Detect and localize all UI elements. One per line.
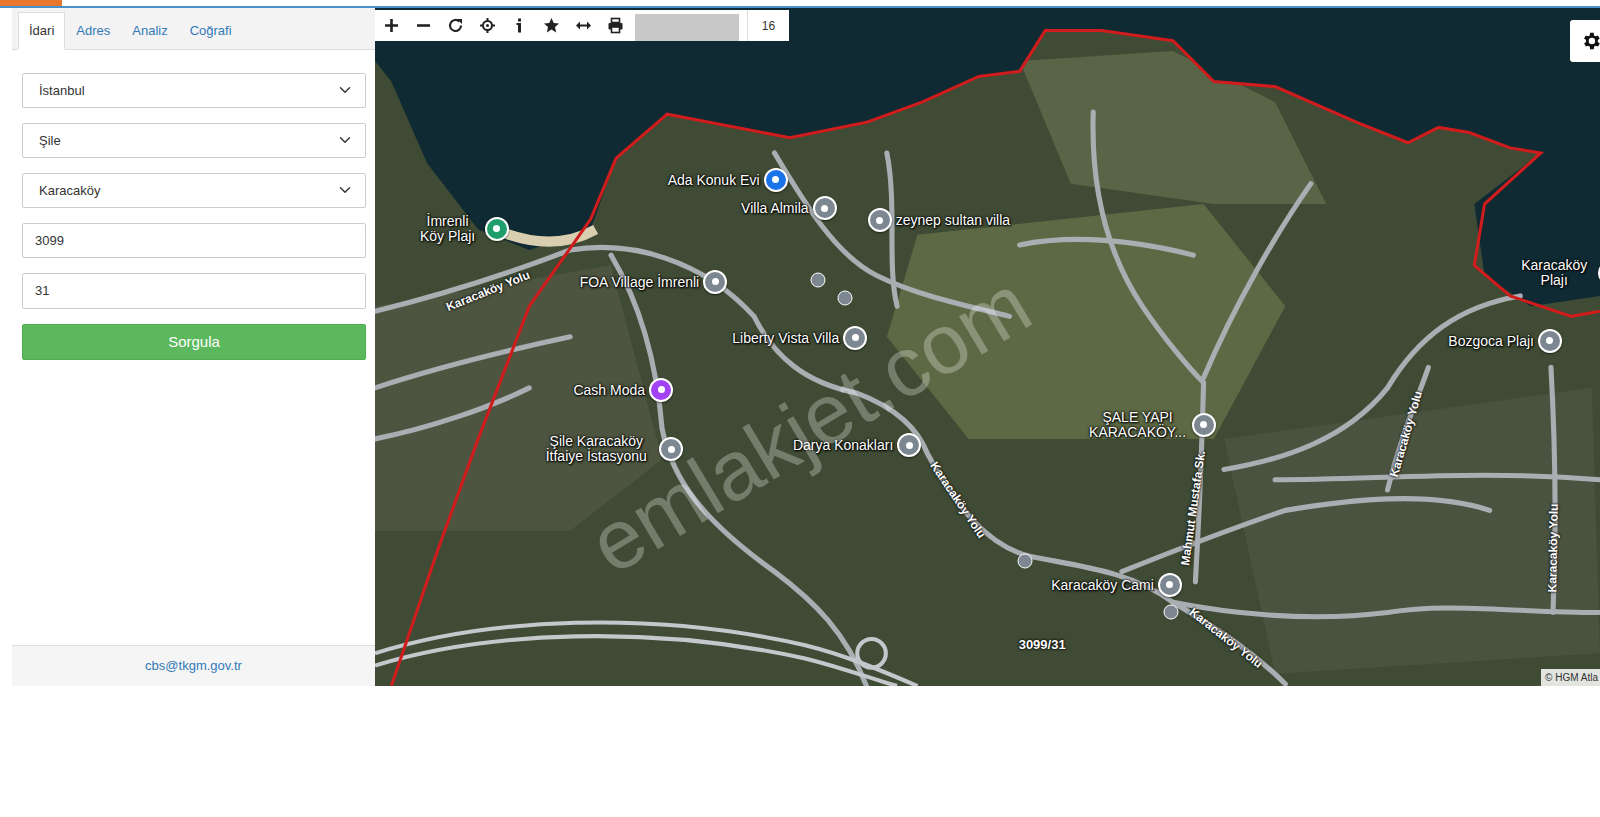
map-attribution: © HGM Atla bbox=[1541, 669, 1600, 686]
zoom-out-button[interactable] bbox=[407, 10, 439, 41]
place-label[interactable]: Villa Almila bbox=[741, 201, 808, 216]
measure-button[interactable] bbox=[567, 10, 599, 41]
gear-icon bbox=[1580, 30, 1600, 52]
locate-button[interactable] bbox=[471, 10, 503, 41]
query-button[interactable]: Sorgula bbox=[22, 324, 366, 361]
bus-stop-icon[interactable] bbox=[811, 272, 826, 287]
tab-item: Adres bbox=[65, 12, 121, 49]
info-button[interactable] bbox=[503, 10, 535, 41]
place-pin-icon[interactable] bbox=[764, 168, 788, 192]
place-label[interactable]: Bozgoca Plajı bbox=[1448, 333, 1534, 348]
place-label[interactable]: Darya Konakları bbox=[793, 438, 893, 453]
place-pin-icon[interactable] bbox=[897, 433, 921, 457]
place-pin-icon[interactable] bbox=[1158, 573, 1182, 597]
query-form: İstanbul Şile Karacaköy Sorgula bbox=[12, 50, 375, 361]
place-label[interactable]: Şile Karacaköy İtfaiye İstasyonu bbox=[537, 434, 655, 464]
tab-item: İdari bbox=[18, 12, 65, 49]
zoom-in-button[interactable] bbox=[375, 10, 407, 41]
place-label[interactable]: İmrenli Köy Plajı bbox=[415, 214, 481, 244]
place-pin-icon[interactable] bbox=[703, 270, 727, 294]
bus-stop-icon[interactable] bbox=[1163, 605, 1178, 620]
place-pin-icon[interactable] bbox=[868, 208, 892, 232]
map-toolbar: 16 bbox=[375, 10, 789, 41]
place-pin-icon[interactable] bbox=[1192, 413, 1216, 437]
place-label[interactable]: FOA Village İmrenli bbox=[580, 274, 700, 289]
info-icon bbox=[511, 17, 528, 34]
tab[interactable]: İdari bbox=[18, 12, 65, 50]
map[interactable]: 16 İmrenli Köy Plajı Ada Konuk Evi Villa A… bbox=[375, 8, 1600, 686]
favorite-button[interactable] bbox=[535, 10, 567, 41]
top-bar bbox=[0, 0, 1600, 8]
bus-stop-icon[interactable] bbox=[837, 290, 852, 305]
watermark: emlakjet.com bbox=[566, 242, 1055, 605]
favorite-icon bbox=[543, 17, 560, 34]
locate-icon bbox=[479, 17, 496, 34]
place-pin-icon[interactable] bbox=[649, 378, 673, 402]
place-label[interactable]: Cash Moda bbox=[573, 382, 645, 397]
place-pin-icon[interactable] bbox=[843, 326, 867, 350]
refresh-button[interactable] bbox=[439, 10, 471, 41]
zoom-out-icon bbox=[415, 17, 432, 34]
top-accent bbox=[0, 0, 62, 6]
place-label[interactable]: zeynep sultan villa bbox=[896, 213, 1010, 228]
road-label: Karacaköy Yolu bbox=[1543, 504, 1563, 593]
side-panel: İdariAdresAnalizCoğrafi İstanbul Şile Kara… bbox=[12, 8, 375, 686]
place-label[interactable]: Karacaköy Cami bbox=[1051, 577, 1154, 592]
place-label[interactable]: Liberty Vista Villa bbox=[732, 330, 839, 345]
print-button[interactable] bbox=[599, 10, 631, 41]
district-select[interactable]: Şile bbox=[22, 123, 366, 158]
bus-stop-icon[interactable] bbox=[1017, 554, 1032, 569]
place-pin-icon[interactable] bbox=[485, 217, 509, 241]
footer-email[interactable]: cbs@tkgm.gov.tr bbox=[12, 645, 375, 686]
tab-item: Coğrafi bbox=[179, 12, 243, 49]
zoom-in-icon bbox=[383, 17, 400, 34]
neighbourhood-select[interactable]: Karacaköy bbox=[22, 173, 366, 208]
search-box[interactable] bbox=[635, 14, 739, 41]
tab[interactable]: Coğrafi bbox=[179, 12, 243, 50]
tab-item: Analiz bbox=[121, 12, 178, 49]
measure-icon bbox=[575, 17, 592, 34]
place-label[interactable]: Karacaköy Plajı bbox=[1514, 258, 1594, 288]
place-pin-icon[interactable] bbox=[813, 196, 837, 220]
refresh-icon bbox=[447, 17, 464, 34]
place-label[interactable]: Ada Konuk Evi bbox=[668, 172, 760, 187]
place-pin-icon[interactable] bbox=[1538, 329, 1562, 353]
tab[interactable]: Analiz bbox=[121, 12, 178, 50]
tab-bar: İdariAdresAnalizCoğrafi bbox=[18, 12, 375, 49]
parcel-input[interactable] bbox=[22, 273, 366, 309]
settings-button[interactable] bbox=[1570, 20, 1600, 62]
tab[interactable]: Adres bbox=[65, 12, 121, 50]
parcel-label: 3099/31 bbox=[1019, 635, 1066, 655]
place-label[interactable]: ŞALE YAPI KARACAKÖY... bbox=[1088, 410, 1188, 440]
block-input[interactable] bbox=[22, 223, 366, 259]
print-icon bbox=[607, 17, 624, 34]
place-pin-icon[interactable] bbox=[659, 437, 683, 461]
zoom-level: 16 bbox=[747, 10, 789, 41]
province-select[interactable]: İstanbul bbox=[22, 73, 366, 108]
map-imagery bbox=[375, 8, 1600, 686]
